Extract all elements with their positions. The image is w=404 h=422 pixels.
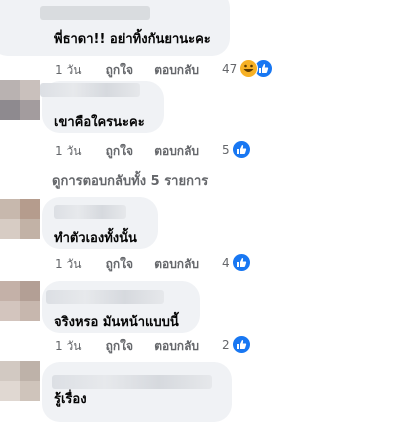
- reaction-summary[interactable]: 47: [222, 59, 274, 78]
- comment-bubble: รู้เรื่อง: [42, 362, 232, 422]
- reply-button[interactable]: ตอบกลับ: [154, 61, 199, 80]
- author-name-blurred[interactable]: [52, 375, 212, 389]
- comment-bubble: พี่ธาดา!! อย่าทิ้งกันยานะคะ: [0, 0, 230, 56]
- author-name-blurred[interactable]: [40, 83, 140, 97]
- haha-reaction-icon: [239, 59, 259, 78]
- reply-button[interactable]: ตอบกลับ: [154, 337, 199, 356]
- author-name-blurred[interactable]: [40, 6, 150, 20]
- like-reaction-icon: [231, 335, 251, 354]
- comment-text: พี่ธาดา!! อย่าทิ้งกันยานะคะ: [54, 32, 211, 47]
- comment-actions: 1 วัน ถูกใจ ตอบกลับ: [55, 142, 216, 161]
- comment-bubble: เขาคือใครนะคะ: [40, 81, 164, 133]
- author-name-blurred[interactable]: [54, 205, 126, 219]
- like-button[interactable]: ถูกใจ: [106, 337, 133, 356]
- like-reaction-icon: [231, 253, 251, 272]
- comment-actions: 1 วัน ถูกใจ ตอบกลับ: [55, 61, 216, 80]
- comment-time[interactable]: 1 วัน: [55, 142, 81, 161]
- reaction-count: 47: [222, 61, 238, 76]
- reply-button[interactable]: ตอบกลับ: [154, 255, 199, 274]
- avatar[interactable]: [0, 80, 40, 120]
- reaction-summary[interactable]: 5: [222, 140, 251, 159]
- view-replies-link[interactable]: ดูการตอบกลับทั้ง 5 รายการ: [52, 170, 208, 191]
- reaction-count: 5: [222, 142, 230, 157]
- reaction-count: 4: [222, 255, 230, 270]
- comment-time[interactable]: 1 วัน: [55, 61, 81, 80]
- comment-actions: 1 วัน ถูกใจ ตอบกลับ: [55, 255, 216, 274]
- like-button[interactable]: ถูกใจ: [106, 142, 133, 161]
- comment-text: ทำตัวเองทั้งนั้น: [54, 231, 137, 246]
- like-button[interactable]: ถูกใจ: [106, 61, 133, 80]
- avatar[interactable]: [0, 361, 40, 401]
- comment-text: เขาคือใครนะคะ: [54, 115, 145, 130]
- comment-text: รู้เรื่อง: [54, 392, 87, 407]
- comment-actions: 1 วัน ถูกใจ ตอบกลับ: [55, 337, 216, 356]
- reaction-count: 2: [222, 337, 230, 352]
- reply-button[interactable]: ตอบกลับ: [154, 142, 199, 161]
- avatar[interactable]: [0, 199, 40, 239]
- comment-time[interactable]: 1 วัน: [55, 337, 81, 356]
- like-button[interactable]: ถูกใจ: [106, 255, 133, 274]
- comment-bubble: จริงหรอ มันหน้าแบบนี้: [42, 281, 200, 333]
- comment-text: จริงหรอ มันหน้าแบบนี้: [54, 315, 179, 330]
- comment-time[interactable]: 1 วัน: [55, 255, 81, 274]
- avatar[interactable]: [0, 281, 40, 321]
- reaction-summary[interactable]: 2: [222, 335, 251, 354]
- author-name-blurred[interactable]: [46, 290, 164, 304]
- like-reaction-icon: [231, 140, 251, 159]
- reaction-summary[interactable]: 4: [222, 253, 251, 272]
- comment-bubble: ทำตัวเองทั้งนั้น: [42, 197, 158, 249]
